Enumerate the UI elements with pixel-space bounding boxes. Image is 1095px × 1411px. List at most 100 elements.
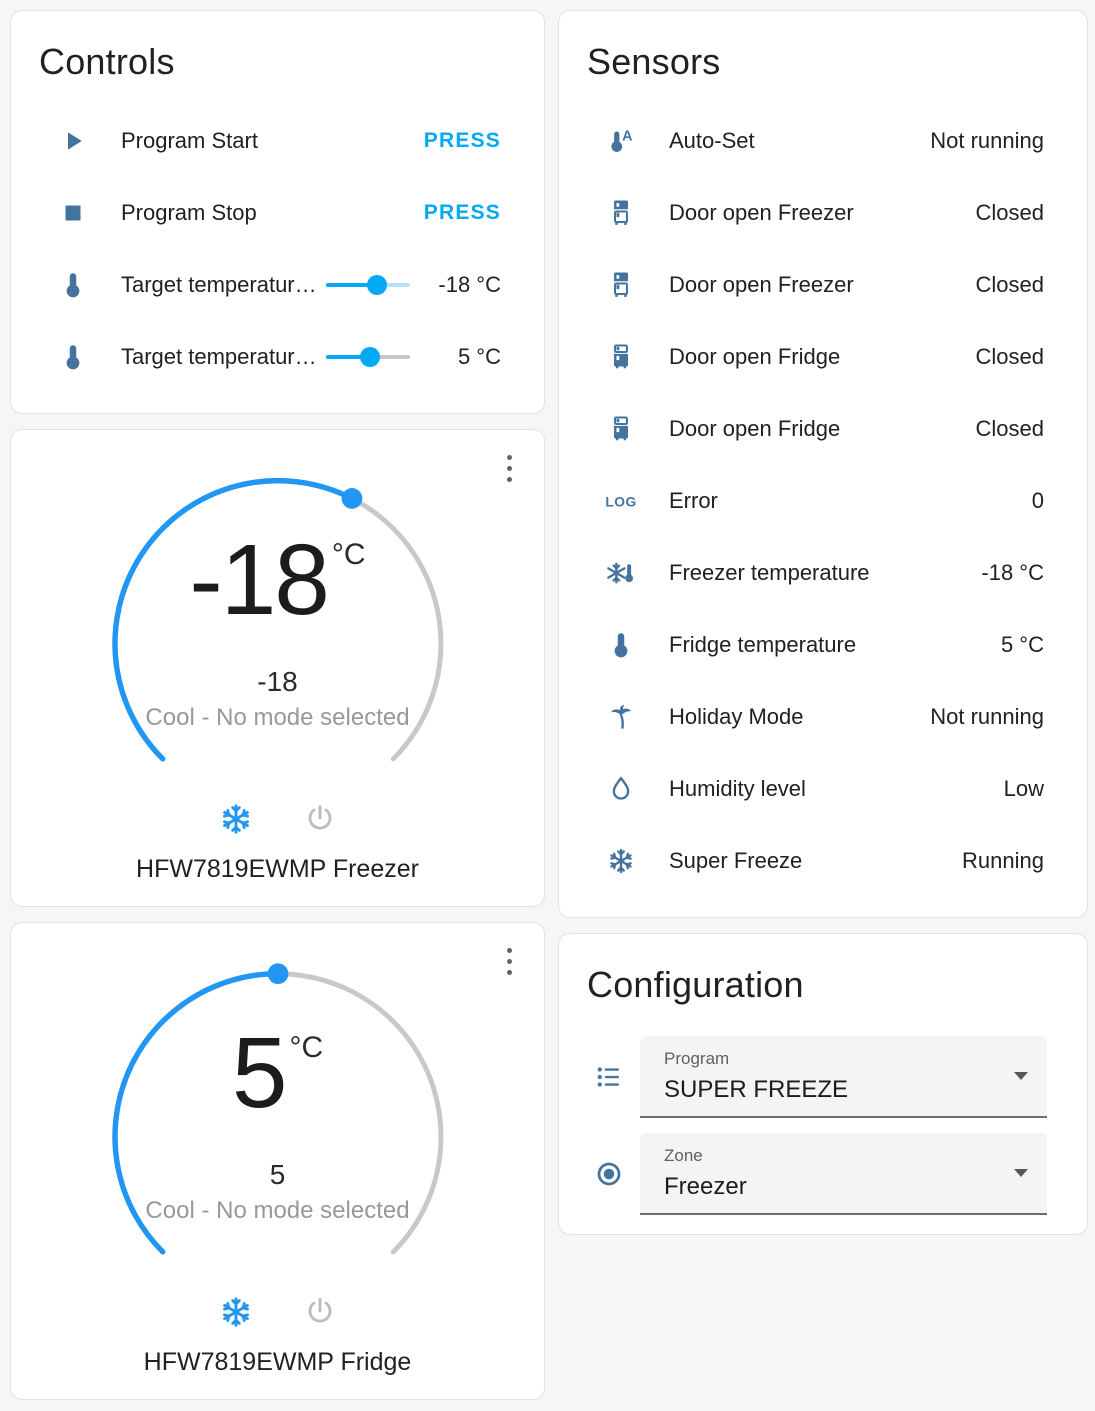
svg-text:LOG: LOG bbox=[606, 494, 636, 509]
more-options-icon[interactable] bbox=[494, 450, 524, 486]
control-label: Target temperatur… bbox=[121, 272, 317, 297]
dial-track[interactable] bbox=[112, 478, 443, 762]
config-row-zone: Zone Freezer bbox=[559, 1133, 1087, 1215]
power-icon[interactable] bbox=[301, 800, 339, 838]
control-label: Program Start bbox=[121, 128, 258, 153]
snowflake-icon bbox=[606, 846, 636, 876]
left-column: Controls Program Start PRESS Program Sto… bbox=[10, 10, 545, 1400]
right-column: Sensors A Auto-Set Not running Door open… bbox=[558, 10, 1088, 1235]
sensors-rows: A Auto-Set Not running Door open Freezer… bbox=[559, 105, 1087, 897]
sensor-value: 0 bbox=[1031, 488, 1044, 513]
configuration-card: Configuration Program SUPER FREEZE Zone … bbox=[558, 933, 1088, 1235]
fridge-top-icon bbox=[606, 270, 636, 300]
sensor-value: Not running bbox=[930, 128, 1044, 153]
dial-knob[interactable] bbox=[267, 963, 288, 985]
control-row-target-temp-fridge: Target temperatur… 5 °C bbox=[11, 321, 544, 393]
target-temp-fridge-slider[interactable] bbox=[326, 347, 410, 367]
select-label: Zone bbox=[664, 1146, 703, 1165]
press-button-program-start[interactable]: PRESS bbox=[424, 129, 501, 153]
dial-track[interactable] bbox=[112, 971, 443, 1255]
sensor-label: Freezer temperature bbox=[669, 560, 870, 585]
sensor-row-door-fridge-1[interactable]: Door open Fridge Closed bbox=[559, 321, 1087, 393]
radiobox-icon bbox=[594, 1159, 624, 1189]
palm-tree-icon bbox=[606, 702, 636, 732]
dial-arc[interactable] bbox=[100, 454, 456, 772]
select-label: Program bbox=[664, 1049, 730, 1068]
configuration-title: Configuration bbox=[587, 964, 804, 1005]
sensor-value: Closed bbox=[975, 344, 1044, 369]
stop-icon bbox=[58, 198, 88, 228]
slider-knob[interactable] bbox=[359, 347, 380, 367]
sensor-value: -18 °C bbox=[981, 560, 1044, 585]
control-row-program-start: Program Start PRESS bbox=[11, 105, 544, 177]
thermometer-icon bbox=[606, 630, 636, 660]
thermometer-auto-icon: A bbox=[606, 126, 636, 156]
control-value: -18 °C bbox=[438, 272, 501, 297]
chevron-down-icon bbox=[1014, 1169, 1028, 1177]
sensor-row-super-freeze[interactable]: Super Freeze Running bbox=[559, 825, 1087, 897]
sensor-label: Error bbox=[669, 488, 718, 513]
sensors-card: Sensors A Auto-Set Not running Door open… bbox=[558, 10, 1088, 918]
config-row-program: Program SUPER FREEZE bbox=[559, 1036, 1087, 1118]
press-button-program-stop[interactable]: PRESS bbox=[424, 201, 501, 225]
sensor-row-freezer-temperature[interactable]: Freezer temperature -18 °C bbox=[559, 537, 1087, 609]
log-icon: LOG bbox=[606, 486, 636, 516]
sensor-label: Auto-Set bbox=[669, 128, 755, 153]
sensor-value: Running bbox=[962, 848, 1044, 873]
select-value: Freezer bbox=[664, 1173, 747, 1200]
play-icon bbox=[58, 126, 88, 156]
sensor-value: Not running bbox=[930, 704, 1044, 729]
sensor-row-holiday-mode[interactable]: Holiday Mode Not running bbox=[559, 681, 1087, 753]
hvac-mode-buttons bbox=[11, 1293, 544, 1331]
sensor-value: 5 °C bbox=[1000, 632, 1044, 657]
sensor-row-door-freezer-2[interactable]: Door open Freezer Closed bbox=[559, 249, 1087, 321]
sensor-value: Low bbox=[1003, 776, 1044, 801]
control-row-program-stop: Program Stop PRESS bbox=[11, 177, 544, 249]
sensor-value: Closed bbox=[975, 416, 1044, 441]
sensor-row-auto-set[interactable]: A Auto-Set Not running bbox=[559, 105, 1087, 177]
control-value: 5 °C bbox=[457, 344, 501, 369]
power-icon[interactable] bbox=[301, 1293, 339, 1331]
chevron-down-icon bbox=[1014, 1072, 1028, 1080]
snowflake-thermometer-icon bbox=[606, 558, 636, 588]
controls-rows: Program Start PRESS Program Stop PRESS T… bbox=[11, 105, 544, 393]
svg-text:A: A bbox=[622, 128, 632, 144]
sensor-value: Closed bbox=[975, 200, 1044, 225]
thermometer-icon bbox=[58, 342, 88, 372]
sensor-label: Door open Fridge bbox=[669, 416, 841, 441]
sensor-row-fridge-temperature[interactable]: Fridge temperature 5 °C bbox=[559, 609, 1087, 681]
dial-progress[interactable] bbox=[111, 970, 281, 1255]
sensor-label: Fridge temperature bbox=[669, 632, 857, 657]
control-label: Program Stop bbox=[121, 200, 257, 225]
slider-knob[interactable] bbox=[367, 275, 388, 295]
thermostat-card-fridge: 5 °C 5 Cool - No mode selected HFW7819EW… bbox=[10, 922, 545, 1400]
program-select[interactable]: Program SUPER FREEZE bbox=[640, 1036, 1047, 1118]
sensor-row-door-fridge-2[interactable]: Door open Fridge Closed bbox=[559, 393, 1087, 465]
sensor-label: Door open Freezer bbox=[669, 200, 854, 225]
more-options-icon[interactable] bbox=[494, 943, 524, 979]
sensor-row-door-freezer-1[interactable]: Door open Freezer Closed bbox=[559, 177, 1087, 249]
zone-select[interactable]: Zone Freezer bbox=[640, 1133, 1047, 1215]
entity-name: HFW7819EWMP Freezer bbox=[136, 855, 419, 883]
snowflake-icon[interactable] bbox=[217, 1293, 255, 1331]
sensor-row-error[interactable]: LOG Error 0 bbox=[559, 465, 1087, 537]
dial-arc[interactable] bbox=[100, 947, 456, 1265]
thermostat-dial[interactable]: 5 °C 5 Cool - No mode selected bbox=[100, 947, 456, 1265]
dashboard: Controls Program Start PRESS Program Sto… bbox=[0, 0, 1095, 1411]
control-label: Target temperatur… bbox=[121, 344, 317, 369]
dial-progress[interactable] bbox=[111, 477, 355, 762]
target-temp-freezer-slider[interactable] bbox=[326, 275, 410, 295]
controls-title: Controls bbox=[39, 41, 175, 82]
dial-knob[interactable] bbox=[341, 488, 362, 509]
configuration-rows: Program SUPER FREEZE Zone Freezer bbox=[559, 1036, 1087, 1215]
fridge-bottom-icon bbox=[606, 342, 636, 372]
controls-card: Controls Program Start PRESS Program Sto… bbox=[10, 10, 545, 414]
sensor-label: Super Freeze bbox=[669, 848, 803, 873]
snowflake-icon[interactable] bbox=[217, 800, 255, 838]
sensor-row-humidity[interactable]: Humidity level Low bbox=[559, 753, 1087, 825]
thermostat-dial[interactable]: -18 °C -18 Cool - No mode selected bbox=[100, 454, 456, 772]
thermometer-icon bbox=[58, 270, 88, 300]
select-value: SUPER FREEZE bbox=[664, 1076, 849, 1103]
list-icon bbox=[594, 1062, 624, 1092]
sensor-label: Holiday Mode bbox=[669, 704, 804, 729]
